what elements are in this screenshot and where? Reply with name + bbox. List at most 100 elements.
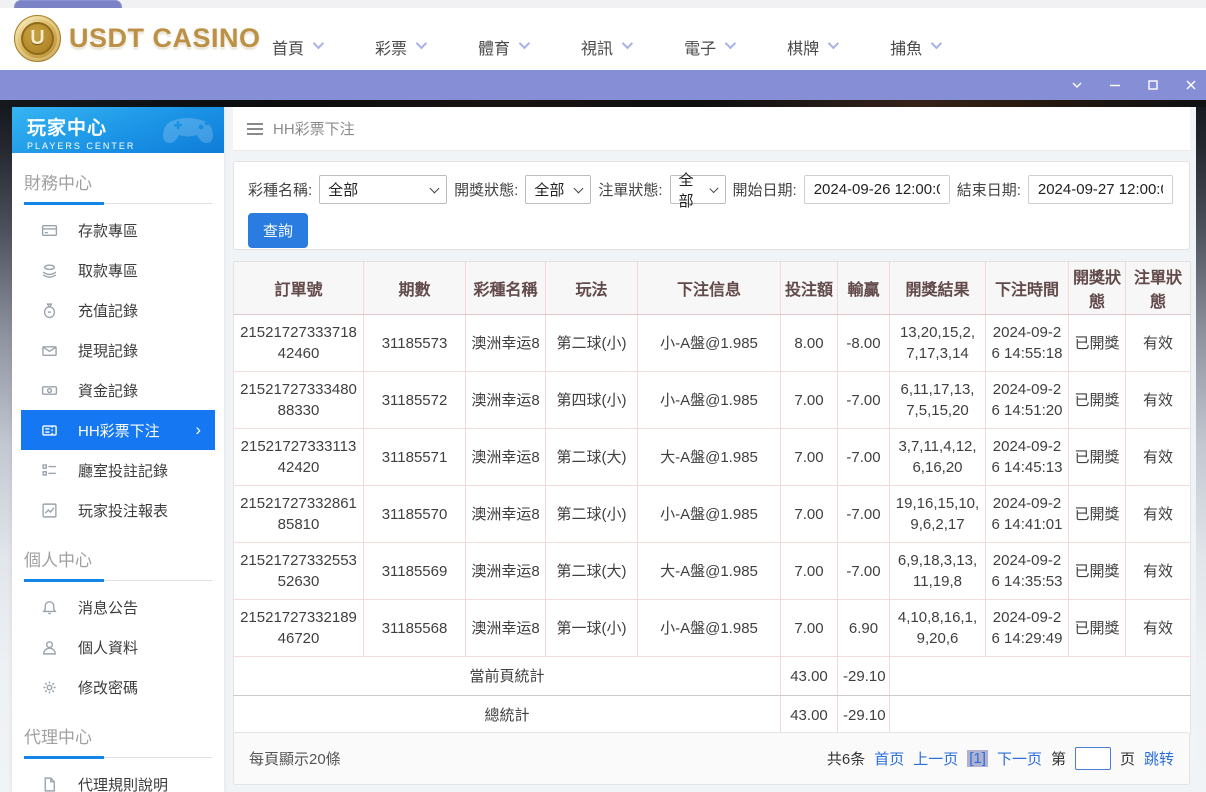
nav-item-7[interactable]: 捕魚 (890, 35, 943, 59)
jump-label-pre: 第 (1050, 751, 1066, 768)
sidebar-item-label: 廳室投註記錄 (78, 462, 169, 480)
table-cell: 第二球(大) (545, 542, 638, 600)
table-cell: 31185568 (363, 599, 466, 657)
table-cell: 2024-09-26 14:29:49 (985, 599, 1069, 657)
minimize-icon[interactable] (1108, 78, 1122, 92)
chevron-down-icon (621, 37, 634, 50)
nav-item-6[interactable]: 棋牌 (787, 35, 840, 59)
table-cell: 澳洲幸运8 (465, 371, 546, 429)
sidebar-item-gear[interactable]: 修改密碼› (21, 667, 215, 707)
table-cell: 大-A盤@1.985 (637, 428, 781, 486)
user-icon (43, 640, 56, 655)
per-page-text: 每頁顯示20條 (249, 751, 341, 768)
total-count-text: 共6条 (826, 751, 866, 768)
collapse-chevron-icon[interactable] (1070, 78, 1084, 92)
app-window: U USDT CASINO 首頁 彩票 體育 視訊 電子 棋牌 捕魚 玩家中心 PLAYER… (0, 0, 1206, 792)
sidebar-item-document[interactable]: 代理規則說明› (21, 764, 215, 792)
table-cell: 6,11,17,13,7,5,15,20 (889, 371, 986, 429)
sidebar-item-banknote[interactable]: 資金記錄› (21, 370, 215, 410)
table-cell: 2152172733286185810 (233, 485, 364, 543)
sidebar-item-bell[interactable]: 消息公告› (21, 587, 215, 627)
chevron-down-icon (312, 37, 325, 50)
maximize-icon[interactable] (1146, 78, 1160, 92)
start-date-label: 開始日期: (732, 182, 797, 199)
order-status-select[interactable]: 全部 (669, 172, 726, 210)
top-navbar: U USDT CASINO 首頁 彩票 體育 視訊 電子 棋牌 捕魚 (0, 8, 1206, 70)
chevron-down-icon (724, 37, 737, 50)
table-header-row: 訂單號 期數 彩種名稱 玩法 下注信息 投注額 輸贏 開獎結果 下注時間 開獎狀態 注單狀態 (233, 261, 1191, 315)
search-button[interactable]: 查詢 (248, 213, 309, 248)
table-row: 2152172733311342420 31185571 澳洲幸运8 第二球(大) 大-… (233, 428, 1191, 486)
sidebar-item-label: HH彩票下注 (78, 422, 160, 440)
table-cell: 澳洲幸运8 (465, 485, 546, 543)
nav-item-label: 捕魚 (890, 41, 923, 58)
table-cell: 6,9,18,3,13,11,19,8 (889, 542, 986, 600)
column-header: 輸贏 (837, 261, 890, 315)
table-cell: 2024-09-26 14:41:01 (985, 485, 1069, 543)
prev-page-link[interactable]: 上一页 (913, 748, 958, 769)
close-icon[interactable] (1184, 78, 1198, 92)
sidebar-item-cash-out[interactable]: 提現記錄› (21, 330, 215, 370)
summary-winloss-total: -29.10 (837, 695, 890, 735)
sidebar-item-lottery-ticket[interactable]: HH彩票下注 › (21, 410, 215, 450)
nav-item-3[interactable]: 體育 (478, 35, 531, 59)
sidebar-item-withdraw-hand[interactable]: 取款專區› (21, 250, 215, 290)
table-cell: -7.00 (837, 371, 890, 429)
table-cell: 7.00 (780, 485, 838, 543)
summary-label: 總統計 (233, 695, 781, 735)
table-cell: 7.00 (780, 428, 838, 486)
table-cell: 19,16,15,10,9,6,2,17 (889, 485, 986, 543)
summary-label: 當前頁統計 (233, 656, 781, 696)
nav-item-label: 電子 (684, 41, 717, 58)
first-page-link[interactable]: 首页 (874, 748, 904, 769)
draw-status-select[interactable]: 全部 (525, 175, 592, 204)
sidebar-item-user[interactable]: 個人資料› (21, 627, 215, 667)
start-date-input[interactable] (803, 175, 950, 204)
nav-item-1[interactable]: 首頁 (272, 35, 325, 59)
deposit-card-icon (41, 224, 58, 236)
chevron-down-icon (709, 183, 719, 193)
table-cell: 2152172733218946720 (233, 599, 364, 657)
column-header: 彩種名稱 (465, 261, 546, 315)
section-underline (24, 201, 212, 205)
sidebar-item-label: 取款專區 (78, 262, 139, 280)
nav-item-2[interactable]: 彩票 (375, 35, 428, 59)
document-icon (44, 776, 55, 792)
sidebar-section-title: 財務中心 (24, 174, 92, 193)
section-underline (24, 578, 212, 582)
table-cell: 有效 (1125, 314, 1191, 372)
sidebar-section-title: 個人中心 (24, 551, 92, 570)
table-cell: 2152172733311342420 (233, 428, 364, 486)
sidebar-item-moneybag[interactable]: 充值記錄› (21, 290, 215, 330)
table-cell: 有效 (1125, 485, 1191, 543)
table-cell: 7.00 (780, 371, 838, 429)
brand-logo[interactable]: U USDT CASINO (14, 15, 261, 62)
nav-item-4[interactable]: 視訊 (581, 35, 634, 59)
bell-icon (42, 600, 57, 614)
sidebar-item-label: 存款專區 (78, 222, 139, 240)
end-date-input[interactable] (1027, 175, 1173, 204)
summary-row: 當前頁統計 43.00 -29.10 (233, 656, 1191, 696)
table-cell: 已開獎 (1068, 485, 1126, 543)
sidebar-item-deposit-card[interactable]: 存款專區› (21, 210, 215, 250)
sidebar-item-list-record[interactable]: 廳室投註記錄› (21, 450, 215, 490)
table-cell: 7.00 (780, 599, 838, 657)
sidebar-section-title: 代理中心 (24, 728, 92, 747)
next-page-link[interactable]: 下一页 (997, 748, 1042, 769)
table-cell: -7.00 (837, 485, 890, 543)
summary-empty (889, 656, 1191, 696)
table-cell: 6.90 (837, 599, 890, 657)
hamburger-menu-icon[interactable] (247, 120, 263, 138)
page-jump-input[interactable] (1074, 747, 1111, 770)
browser-tab[interactable] (14, 0, 122, 8)
table-cell: 2024-09-26 14:51:20 (985, 371, 1069, 429)
table-cell: 有效 (1125, 371, 1191, 429)
table-cell: 13,20,15,2,7,17,3,14 (889, 314, 986, 372)
nav-item-label: 彩票 (375, 41, 408, 58)
lottery-type-select[interactable]: 全部 (319, 175, 448, 204)
sidebar-item-report-chart[interactable]: 玩家投注報表› (21, 490, 215, 530)
jump-button[interactable]: 跳转 (1144, 748, 1174, 769)
nav-item-5[interactable]: 電子 (684, 35, 737, 59)
table-cell: 第二球(小) (545, 314, 638, 372)
table-cell: -7.00 (837, 428, 890, 486)
